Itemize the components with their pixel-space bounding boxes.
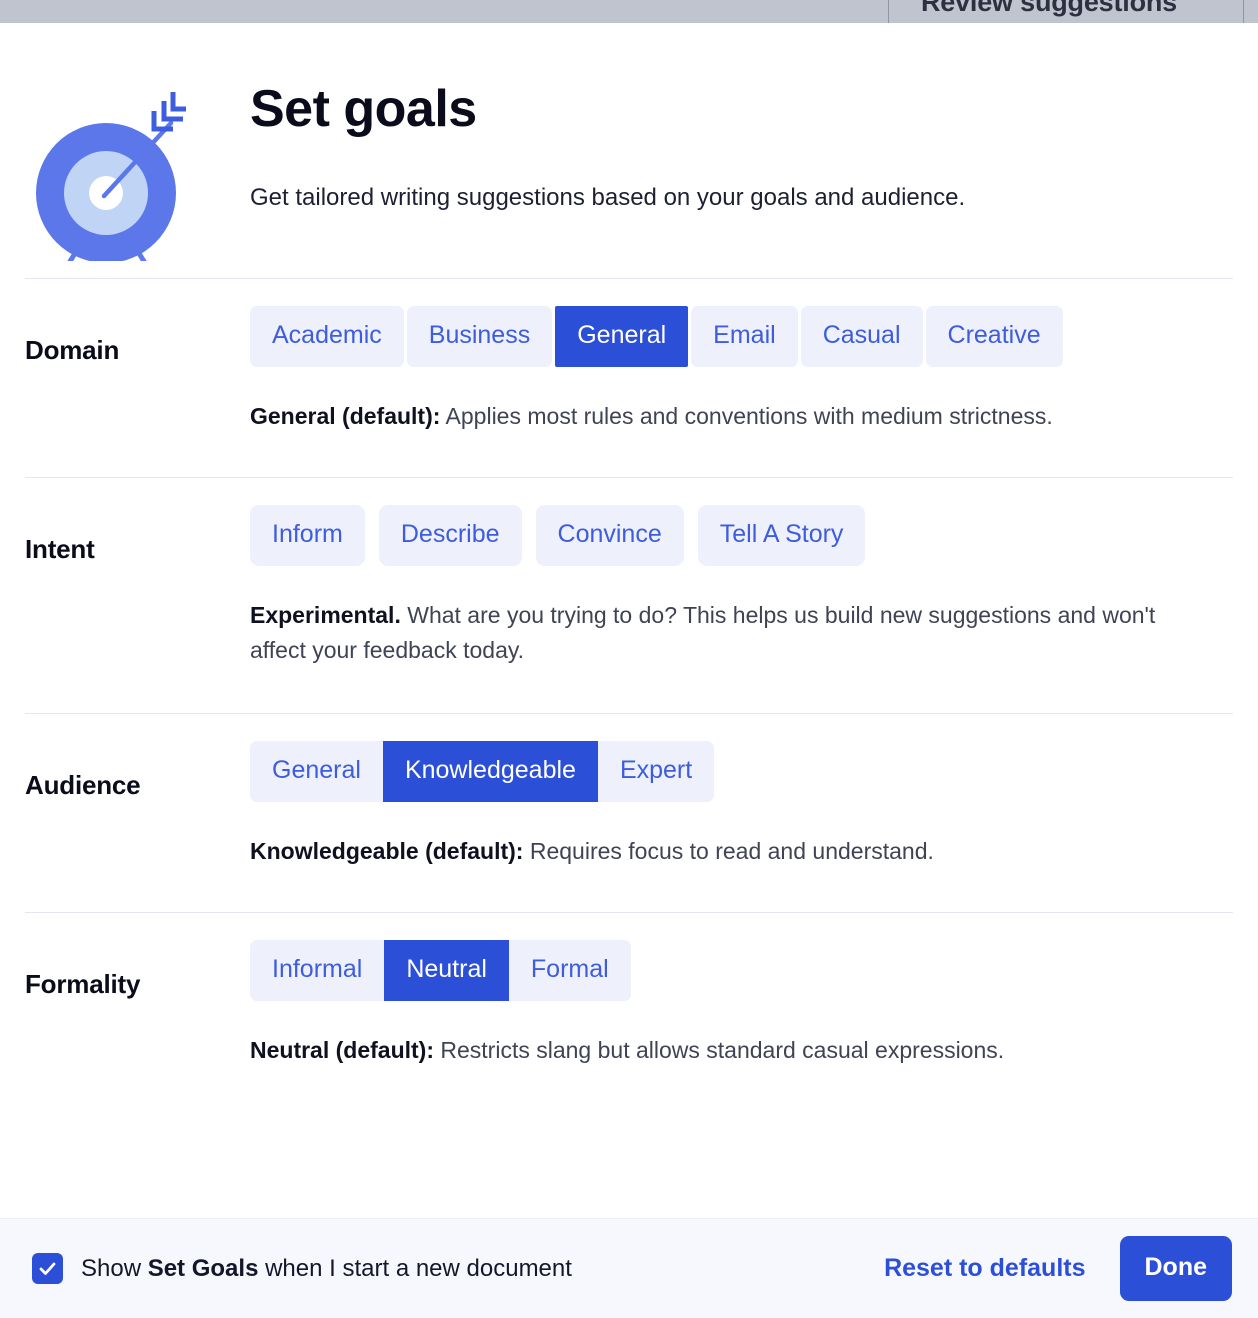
option-formality-informal[interactable]: Informal [250,939,385,1001]
footer-actions: Reset to defaults Done [884,1236,1232,1301]
hint-lead: General (default): [250,403,441,429]
option-formality-formal[interactable]: Formal [508,939,631,1001]
section-hint-domain: General (default): Applies most rules an… [250,367,1180,477]
section-audience: Audience General Knowledgeable Expert Know… [0,714,1258,912]
topbar-divider-right [1243,0,1244,23]
page-subtitle: Get tailored writing suggestions based o… [250,184,966,212]
hint-body: Applies most rules and conventions with … [440,403,1053,429]
hint-lead: Experimental. [250,601,401,628]
set-goals-dialog: Set goals Get tailored writing suggestio… [0,23,1258,1318]
section-label-domain: Domain [25,335,120,365]
dialog-header: Set goals Get tailored writing suggestio… [0,23,1258,278]
reset-to-defaults-button[interactable]: Reset to defaults [884,1254,1085,1283]
option-domain-creative[interactable]: Creative [925,306,1063,367]
hint-body: Restricts slang but allows standard casu… [434,1036,1005,1063]
option-audience-expert[interactable]: Expert [597,740,715,802]
section-label-audience: Audience [25,769,141,800]
checkmark-icon [39,1262,56,1275]
option-intent-tell-a-story[interactable]: Tell A Story [697,504,866,566]
option-group-audience: General Knowledgeable Expert [250,714,1233,802]
option-intent-inform[interactable]: Inform [250,504,365,566]
option-group-intent: Inform Describe Convince Tell A Story [250,478,1233,566]
section-formality: Formality Informal Neutral Formal Neutral … [0,913,1258,1111]
section-intent: Intent Inform Describe Convince Tell A Stor… [0,478,1258,713]
page-title: Set goals [250,80,477,138]
show-set-goals-checkbox[interactable] [32,1253,63,1284]
hint-lead: Neutral (default): [250,1036,434,1063]
show-set-goals-label: Show Set Goals when I start a new docume… [81,1255,572,1283]
dialog-footer: Show Set Goals when I start a new docume… [0,1218,1258,1318]
option-intent-convince[interactable]: Convince [535,504,684,566]
hint-body: Requires focus to read and understand. [523,837,934,864]
section-domain: Domain Academic Business General Email Casua… [0,279,1258,477]
hint-lead: Knowledgeable (default): [250,837,524,864]
app-topbar: Review suggestions [0,0,1258,23]
target-goal-icon [26,81,190,274]
option-domain-casual[interactable]: Casual [800,306,923,367]
option-audience-knowledgeable[interactable]: Knowledgeable [382,740,598,802]
option-audience-general[interactable]: General [250,740,383,802]
option-domain-academic[interactable]: Academic [250,306,404,367]
option-domain-email[interactable]: Email [691,306,798,367]
section-hint-intent: Experimental. What are you trying to do?… [250,566,1180,713]
section-label-intent: Intent [25,533,95,564]
label-pre: Show [81,1254,148,1282]
done-button[interactable]: Done [1119,1236,1232,1301]
option-domain-general[interactable]: General [555,306,689,367]
section-hint-audience: Knowledgeable (default): Requires focus … [250,802,1180,912]
topbar-divider-left [888,0,889,23]
label-post: when I start a new document [258,1254,572,1282]
option-formality-neutral[interactable]: Neutral [384,939,509,1001]
section-label-formality: Formality [25,968,141,999]
section-hint-formality: Neutral (default): Restricts slang but a… [250,1001,1180,1111]
option-domain-business[interactable]: Business [406,306,553,367]
review-suggestions-title[interactable]: Review suggestions [921,0,1177,18]
show-set-goals-checkbox-row[interactable]: Show Set Goals when I start a new docume… [32,1253,572,1284]
option-intent-describe[interactable]: Describe [378,504,522,566]
label-bold: Set Goals [147,1254,259,1282]
option-group-formality: Informal Neutral Formal [250,913,1233,1001]
option-group-domain: Academic Business General Email Casual Creati… [250,279,1233,367]
